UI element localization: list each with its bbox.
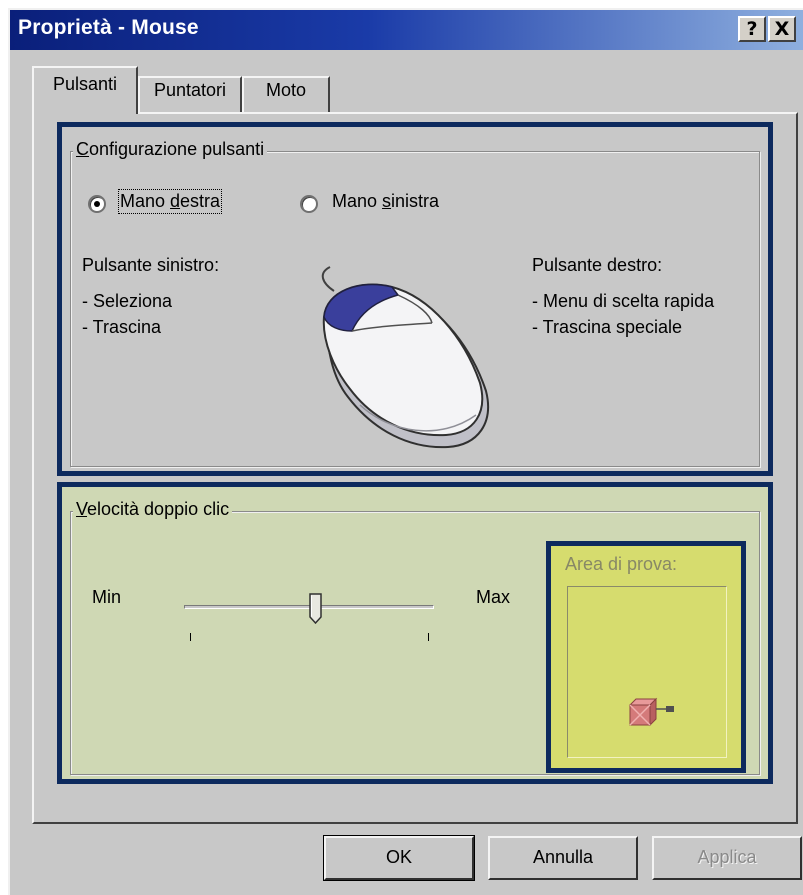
radio-dot (94, 201, 100, 207)
help-button[interactable]: ? (738, 16, 766, 42)
button-config-legend: Configurazione pulsanti (73, 139, 268, 160)
double-click-speed-slider[interactable] (184, 587, 434, 647)
left-hand-rest: inistra (391, 191, 440, 211)
jack-in-box-icon[interactable] (626, 695, 678, 731)
test-area[interactable] (567, 586, 727, 758)
mouse-illustration (321, 266, 489, 449)
slider-tick-min (190, 633, 191, 641)
right-hand-label[interactable]: Mano destra (117, 189, 223, 214)
left-hand-prefix: Mano (332, 191, 383, 211)
mouse-properties-window: Proprietà - Mouse ? X Pulsanti Puntatori… (8, 8, 803, 895)
tab-moto[interactable]: Moto (242, 76, 330, 112)
slider-thumb[interactable] (309, 593, 323, 625)
button-config-highlight: Configurazione pulsanti Mano destra Mano… (57, 122, 773, 476)
tab-pulsanti-label: Pulsanti (52, 74, 118, 94)
test-area-label: Area di prova: (565, 554, 678, 574)
right-hand-radio[interactable] (88, 195, 106, 213)
tab-moto-label: Moto (265, 80, 307, 100)
cancel-button[interactable]: Annulla (488, 836, 638, 880)
tab-puntatori[interactable]: Puntatori (138, 76, 242, 112)
ok-button[interactable]: OK (323, 835, 475, 881)
apply-button[interactable]: Applica (652, 836, 802, 880)
double-click-highlight: Velocità doppio clic Min Max Area di pro… (57, 482, 773, 784)
legend-mnemonic: C (76, 139, 89, 159)
tab-pulsanti[interactable]: Pulsanti (32, 66, 138, 114)
window-title: Proprietà - Mouse (18, 16, 199, 39)
left-hand-mnemonic: s (382, 191, 392, 211)
max-label: Max (476, 587, 511, 607)
left-action-drag: - Trascina (82, 317, 162, 337)
right-hand-rest: estra (180, 191, 221, 211)
dc-legend-mnemonic: V (76, 499, 88, 519)
right-hand-prefix: Mano (120, 191, 171, 211)
min-label: Min (92, 587, 122, 607)
dc-legend-text: elocità doppio clic (87, 499, 230, 519)
close-button[interactable]: X (768, 16, 796, 42)
left-hand-label[interactable]: Mano sinistra (332, 191, 439, 212)
left-button-title: Pulsante sinistro: (82, 255, 220, 275)
double-click-legend: Velocità doppio clic (73, 499, 233, 520)
right-hand-mnemonic: d (170, 191, 181, 211)
test-area-highlight: Area di prova: (546, 541, 746, 773)
slider-tick-max (428, 633, 429, 641)
left-action-select: - Seleziona (82, 291, 173, 311)
legend-text: onfigurazione pulsanti (89, 139, 265, 159)
left-hand-radio[interactable] (300, 195, 318, 213)
right-action-special-drag: - Trascina speciale (532, 317, 683, 337)
right-action-context-menu: - Menu di scelta rapida (532, 291, 715, 311)
right-button-title: Pulsante destro: (532, 255, 663, 275)
tab-puntatori-label: Puntatori (153, 80, 227, 100)
title-bar[interactable]: Proprietà - Mouse ? X (10, 10, 803, 50)
